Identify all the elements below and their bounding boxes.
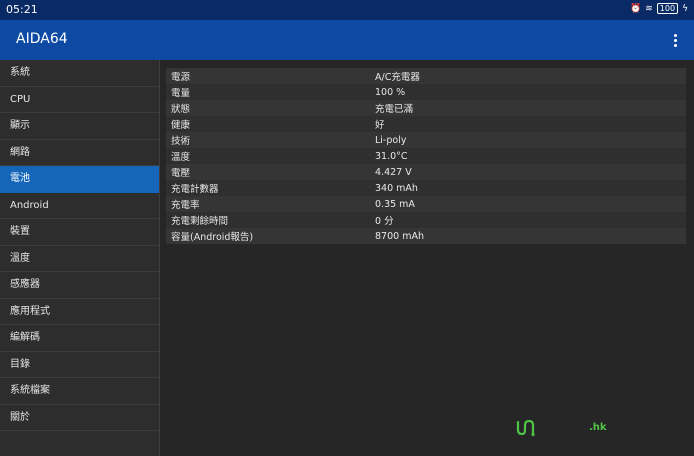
info-row: 充電率 0.35 mA: [166, 196, 686, 212]
watermark: .hk: [515, 416, 607, 438]
watermark-text: .hk: [589, 421, 607, 433]
status-time: 05:21: [6, 3, 38, 16]
sidebar-item[interactable]: 裝置: [0, 219, 159, 246]
sidebar-item[interactable]: 系統檔案: [0, 378, 159, 405]
info-value: 8700 mAh: [375, 230, 424, 242]
info-row: 技術 Li-poly: [166, 132, 686, 148]
sidebar-item[interactable]: 感應器: [0, 272, 159, 299]
info-value: 31.0°C: [375, 150, 408, 162]
info-key: 充電率: [171, 200, 200, 211]
info-key: 電源: [171, 72, 191, 83]
info-value: 0.35 mA: [375, 198, 415, 210]
info-key: 電量: [171, 88, 191, 99]
info-value: 好: [375, 120, 385, 131]
info-key: 技術: [171, 136, 191, 147]
info-key: 容量(Android報告): [171, 232, 254, 243]
info-key: 狀態: [171, 104, 191, 115]
sidebar-item[interactable]: 目錄: [0, 352, 159, 378]
sidebar-item[interactable]: 應用程式: [0, 299, 159, 325]
sidebar-item[interactable]: Android: [0, 193, 159, 219]
battery-info-table: 電源 A/C充電器電量 100 % 狀態 充電已滿健康 好技術 Li-poly 溫度 31.0°…: [166, 68, 686, 244]
info-value: 340 mAh: [375, 182, 418, 194]
info-value: 100 %: [375, 86, 406, 98]
overflow-menu-icon[interactable]: [668, 30, 682, 50]
info-row: 電量 100 %: [166, 84, 686, 100]
info-row: 健康 好: [166, 116, 686, 132]
info-key: 充電計數器: [171, 184, 219, 195]
status-bar: 05:21 ⏰ ≋ 100 ϟ: [0, 0, 694, 20]
battery-icon: 100: [656, 3, 679, 14]
info-value: Li-poly: [375, 134, 407, 146]
sidebar-item[interactable]: 溫度: [0, 246, 159, 272]
info-row: 充電剩餘時間 0 分: [166, 212, 686, 228]
info-key: 健康: [171, 120, 191, 131]
sidebar-item[interactable]: 網路: [0, 140, 159, 166]
info-row: 電壓 4.427 V: [166, 164, 686, 180]
wifi-icon: ≋: [645, 3, 653, 14]
app-bar: AIDA64: [0, 20, 694, 60]
alarm-icon: ⏰: [630, 3, 642, 14]
app-title: AIDA64: [16, 31, 68, 47]
info-row: 電源 A/C充電器: [166, 68, 686, 84]
info-key: 充電剩餘時間: [171, 216, 229, 227]
info-key: 溫度: [171, 152, 191, 163]
info-value: 充電已滿: [375, 104, 414, 115]
info-row: 充電計數器 340 mAh: [166, 180, 686, 196]
watermark-logo-icon: [516, 419, 535, 437]
info-value: 4.427 V: [375, 166, 412, 178]
info-row: 溫度 31.0°C: [166, 148, 686, 164]
info-row: 狀態 充電已滿: [166, 100, 686, 116]
info-value: A/C充電器: [375, 72, 420, 83]
charging-icon: ϟ: [682, 3, 688, 14]
sidebar-item[interactable]: CPU: [0, 87, 159, 113]
sidebar-item[interactable]: 系統: [0, 60, 159, 87]
sidebar-item[interactable]: 顯示: [0, 113, 159, 140]
status-icons: ⏰ ≋ 100 ϟ: [630, 3, 688, 14]
info-row: 容量(Android報告) 8700 mAh: [166, 228, 686, 244]
sidebar-item[interactable]: 編解碼: [0, 325, 159, 352]
sidebar-item[interactable]: 電池: [0, 166, 159, 193]
info-key: 電壓: [171, 168, 191, 179]
sidebar-item[interactable]: 關於: [0, 405, 159, 431]
info-value: 0 分: [375, 216, 394, 227]
sidebar: 系統 CPU 顯示 網路 電池 Android 裝置 溫度 感應器 應用程式 編解碼 目錄 系統檔案 關於: [0, 60, 160, 456]
